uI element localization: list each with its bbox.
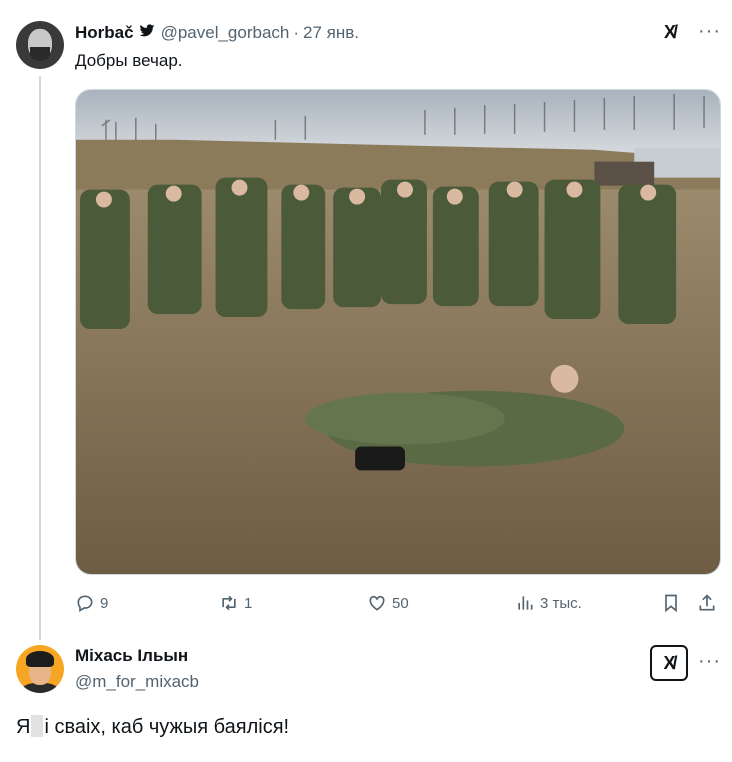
author-name[interactable]: Міхась Ільын bbox=[75, 646, 188, 666]
bookmark-icon bbox=[665, 594, 677, 613]
avatar-hair bbox=[26, 651, 54, 667]
views-icon bbox=[518, 596, 533, 610]
share-button[interactable] bbox=[697, 590, 722, 616]
redaction-block bbox=[31, 715, 44, 737]
tweet-actions: 9 1 50 3 тыс. bbox=[75, 590, 725, 616]
tweet[interactable]: Міхась Ільын @m_for_mixacb X/ ··· Яі сва… bbox=[0, 640, 732, 762]
like-count: 50 bbox=[392, 594, 409, 612]
reply-button[interactable]: 9 bbox=[75, 590, 108, 616]
more-icon[interactable]: ··· bbox=[698, 20, 721, 43]
tweet-text-start: Я bbox=[16, 716, 31, 738]
tweet-text-end: і сваіх, каб чужыя баяліся! bbox=[44, 716, 290, 738]
avatar-beard bbox=[30, 47, 50, 61]
like-button[interactable]: 50 bbox=[367, 590, 409, 616]
tweet[interactable]: Horbač @pavel_gorbach · 27 янв. X/ ··· Д… bbox=[0, 0, 732, 640]
retweet-icon bbox=[222, 595, 236, 611]
tweet-photo[interactable] bbox=[75, 89, 721, 575]
more-icon[interactable]: ··· bbox=[698, 650, 721, 673]
avatar[interactable] bbox=[16, 21, 64, 69]
share-icon bbox=[699, 594, 715, 611]
tweet-text: Яі сваіх, каб чужыя баяліся! bbox=[16, 714, 289, 740]
bookmark-button[interactable] bbox=[661, 590, 686, 616]
separator-dot: · bbox=[293, 23, 300, 42]
author-handle[interactable]: @pavel_gorbach bbox=[161, 23, 290, 43]
views-button[interactable]: 3 тыс. bbox=[515, 590, 582, 616]
thread-line bbox=[39, 76, 41, 640]
tweet-header: Horbač @pavel_gorbach · 27 янв. bbox=[75, 22, 359, 44]
author-name[interactable]: Horbač bbox=[75, 23, 134, 43]
author-handle[interactable]: @m_for_mixacb bbox=[75, 672, 199, 692]
grok-icon[interactable]: X/ bbox=[650, 645, 688, 681]
tweet-text: Добры вечар. bbox=[75, 51, 183, 70]
heart-icon bbox=[369, 595, 385, 611]
photo-illustration bbox=[76, 90, 720, 574]
grok-icon[interactable]: X/ bbox=[664, 22, 688, 44]
tweet-date[interactable]: 27 янв. bbox=[303, 23, 359, 43]
reply-count: 9 bbox=[100, 594, 109, 612]
views-count: 3 тыс. bbox=[540, 594, 582, 612]
reply-icon bbox=[77, 595, 93, 612]
avatar[interactable] bbox=[16, 645, 64, 693]
retweet-count: 1 bbox=[244, 594, 253, 612]
bird-verified-icon bbox=[139, 24, 155, 42]
retweet-button[interactable]: 1 bbox=[219, 590, 252, 616]
